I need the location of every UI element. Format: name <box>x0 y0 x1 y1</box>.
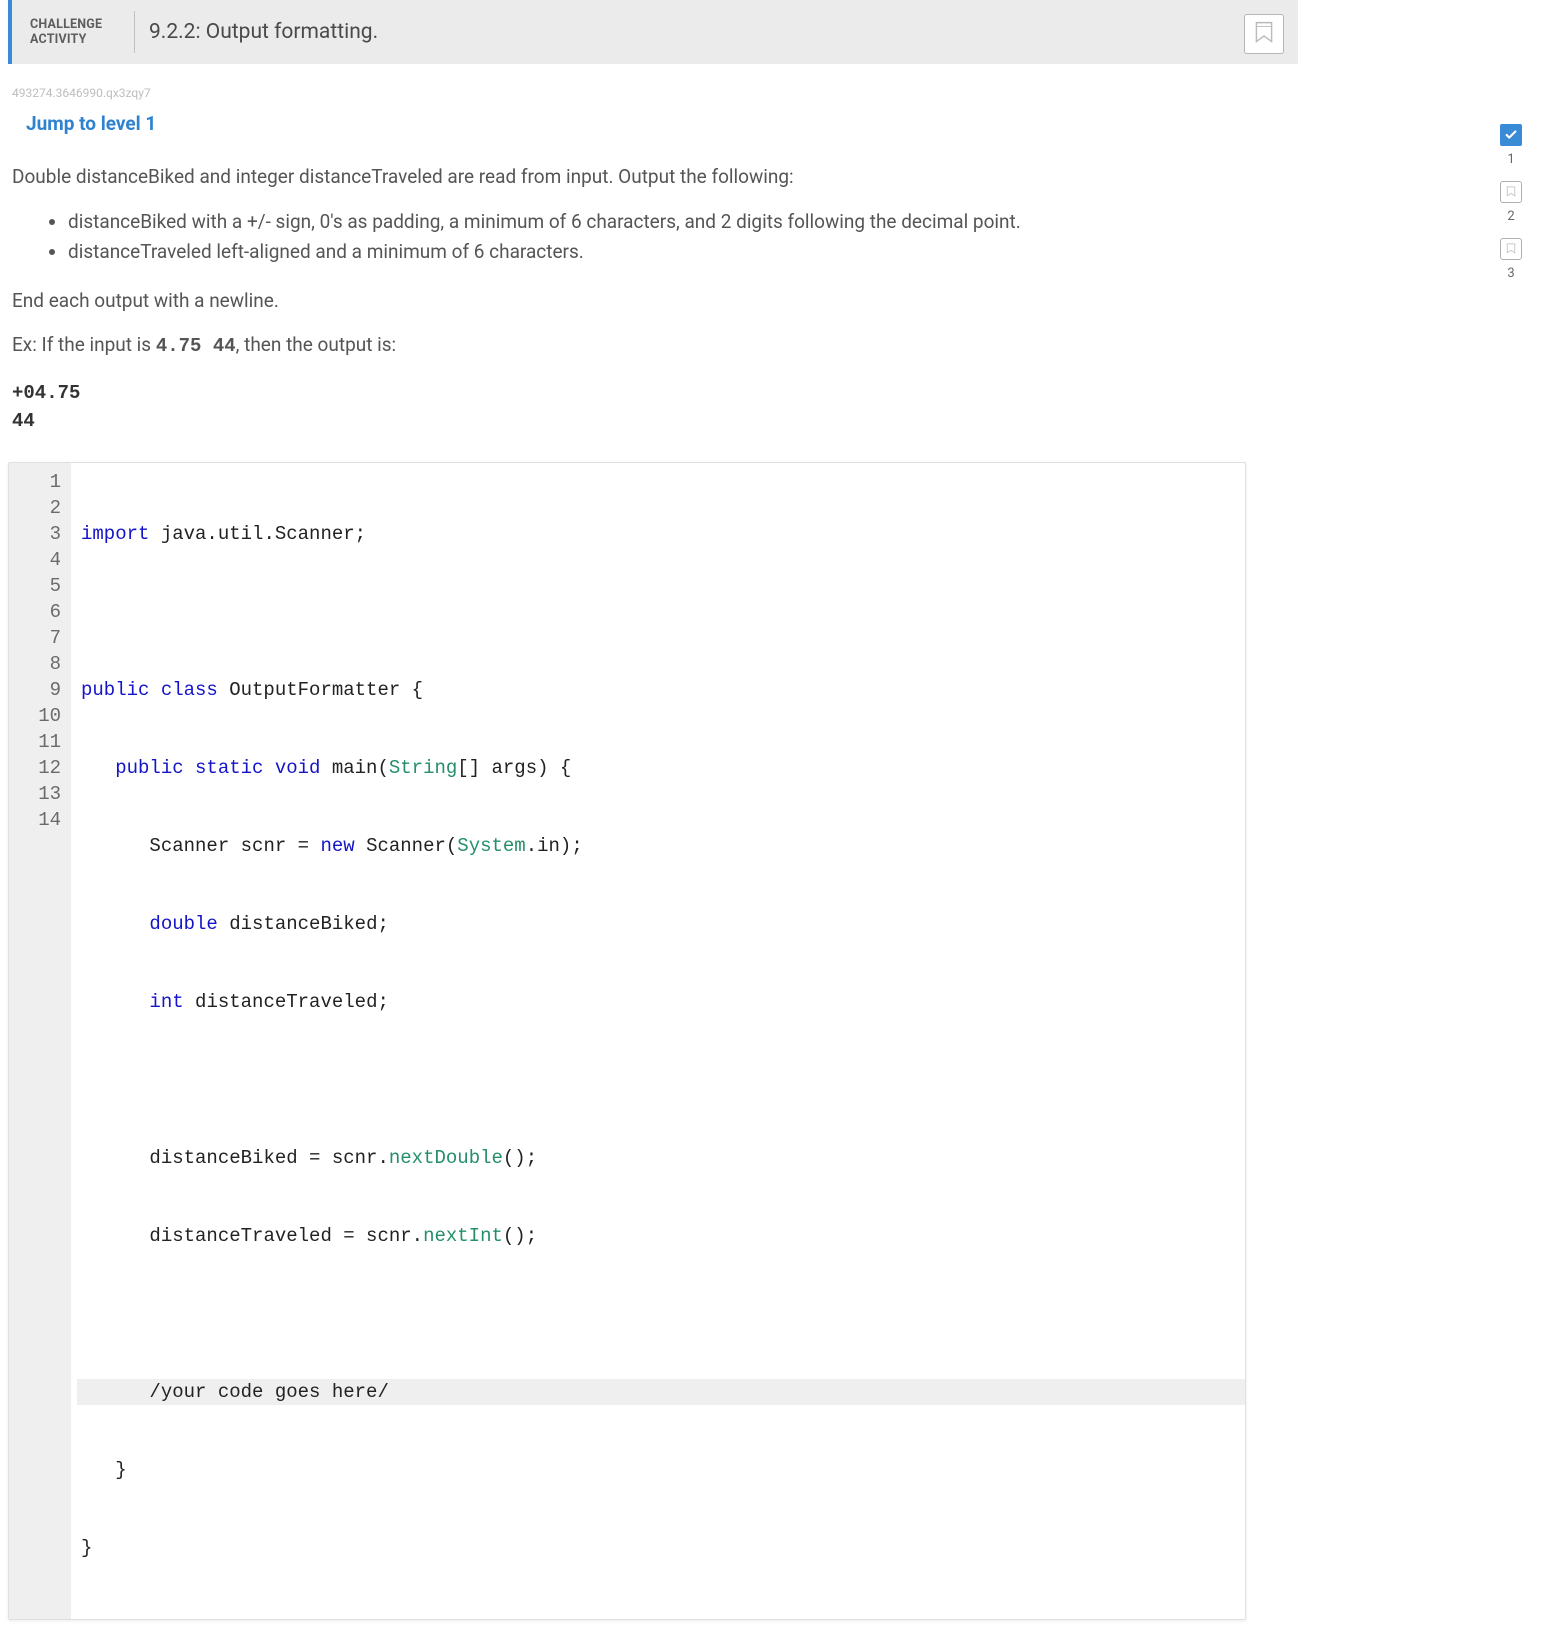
level-2-box[interactable] <box>1500 181 1522 203</box>
code-indent <box>81 757 115 779</box>
code-token: public class <box>81 679 218 701</box>
example-input: 4.75 44 <box>156 335 236 357</box>
code-indent <box>81 1147 149 1169</box>
level-3-box[interactable] <box>1500 238 1522 260</box>
list-item: distanceBiked with a +/- sign, 0's as pa… <box>68 208 1294 237</box>
bookmark-icon <box>1504 242 1518 256</box>
jump-to-level-link[interactable]: Jump to level 1 <box>26 112 1298 135</box>
level-2-label: 2 <box>1507 209 1514 224</box>
level-3-label: 3 <box>1507 266 1514 281</box>
requirements-list: distanceBiked with a +/- sign, 0's as pa… <box>12 208 1294 267</box>
code-token: (); <box>503 1147 537 1169</box>
code-token: distanceBiked; <box>218 913 389 935</box>
code-token: distanceBiked = scnr. <box>149 1147 388 1169</box>
code-placeholder: /your code goes here/ <box>149 1381 388 1403</box>
code-indent <box>81 835 149 857</box>
code-token: } <box>81 1537 92 1559</box>
intro-text: Double distanceBiked and integer distanc… <box>12 163 1294 192</box>
code-indent <box>81 1459 115 1481</box>
header-divider <box>134 11 135 53</box>
code-token: [] args) { <box>457 757 571 779</box>
code-token: System <box>457 835 525 857</box>
code-token: OutputFormatter { <box>218 679 423 701</box>
example-line: Ex: If the input is 4.75 44, then the ou… <box>12 331 1294 361</box>
activity-container: CHALLENGE ACTIVITY 9.2.2: Output formatt… <box>8 0 1298 1620</box>
code-area[interactable]: import java.util.Scanner; public class O… <box>71 463 1245 1619</box>
code-token: nextInt <box>423 1225 503 1247</box>
code-token: .in); <box>526 835 583 857</box>
code-token: int <box>149 991 183 1013</box>
code-token: Scanner( <box>355 835 458 857</box>
level-1-label: 1 <box>1507 152 1514 167</box>
code-indent <box>81 1225 149 1247</box>
line-numbers: 1234567 891011121314 <box>9 463 71 1619</box>
code-token: distanceTraveled; <box>184 991 389 1013</box>
code-token: main( <box>320 757 388 779</box>
example-prefix: Ex: If the input is <box>12 333 156 356</box>
code-token: double <box>149 913 217 935</box>
end-note: End each output with a newline. <box>12 287 1294 316</box>
code-token: java.util.Scanner; <box>149 523 366 545</box>
code-editor[interactable]: 1234567 891011121314 import java.util.Sc… <box>8 462 1246 1620</box>
level-1-box[interactable] <box>1500 124 1522 146</box>
code-token: import <box>81 523 149 545</box>
code-token: String <box>389 757 457 779</box>
activity-label: CHALLENGE ACTIVITY <box>30 17 120 47</box>
code-token: Scanner scnr = <box>149 835 320 857</box>
code-indent <box>81 913 149 935</box>
code-token: new <box>320 835 354 857</box>
code-token: nextDouble <box>389 1147 503 1169</box>
bookmark-icon <box>1504 185 1518 199</box>
code-indent <box>81 1381 149 1403</box>
code-token: (); <box>503 1225 537 1247</box>
code-indent <box>81 991 149 1013</box>
code-token: } <box>115 1459 126 1481</box>
instructions: Double distanceBiked and integer distanc… <box>8 163 1298 436</box>
code-token: distanceTraveled = scnr. <box>149 1225 423 1247</box>
level-progress: 1 2 3 <box>1500 124 1522 281</box>
example-suffix: , then the output is: <box>236 333 397 356</box>
code-token: public static void <box>115 757 320 779</box>
example-output: +04.75 44 <box>12 379 1294 436</box>
activity-title: 9.2.2: Output formatting. <box>149 20 378 44</box>
activity-header: CHALLENGE ACTIVITY 9.2.2: Output formatt… <box>8 0 1298 64</box>
bookmark-icon[interactable] <box>1244 14 1284 54</box>
question-id: 493274.3646990.qx3zqy7 <box>8 86 1298 100</box>
check-icon <box>1504 128 1518 142</box>
list-item: distanceTraveled left-aligned and a mini… <box>68 238 1294 267</box>
